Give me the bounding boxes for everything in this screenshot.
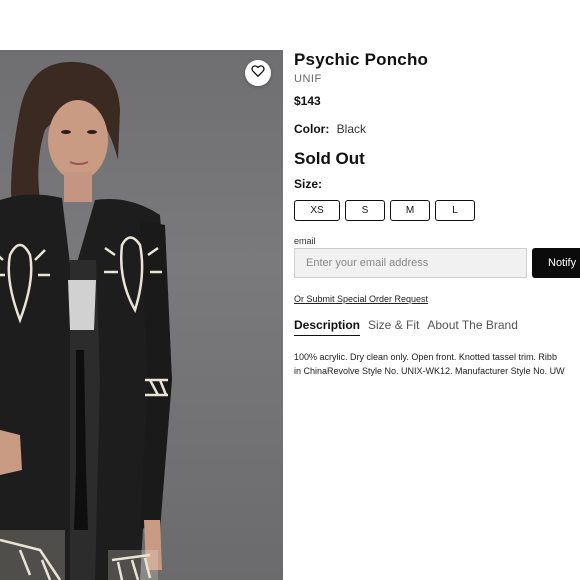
product-description: 100% acrylic. Dry clean only. Open front… xyxy=(294,350,580,378)
notify-button[interactable]: Notify xyxy=(532,248,580,278)
description-line-1: 100% acrylic. Dry clean only. Open front… xyxy=(294,352,557,362)
tab-about-brand[interactable]: About The Brand xyxy=(427,318,518,336)
product-tabs: Description Size & Fit About The Brand xyxy=(294,318,518,336)
size-selector: XS S M L xyxy=(294,200,475,221)
product-title: Psychic Poncho xyxy=(294,50,429,69)
model-illustration xyxy=(0,61,172,580)
tab-size-fit[interactable]: Size & Fit xyxy=(368,318,419,336)
special-order-link[interactable]: Or Submit Special Order Request xyxy=(294,294,428,304)
product-image[interactable] xyxy=(0,50,283,580)
color-label: Color: xyxy=(294,122,330,136)
size-option-m[interactable]: M xyxy=(390,200,430,221)
color-row: Color: Black xyxy=(294,122,366,136)
product-brand[interactable]: UNIF xyxy=(294,73,322,85)
heart-outline-icon xyxy=(251,64,265,83)
size-option-s[interactable]: S xyxy=(345,200,385,221)
product-price: $143 xyxy=(294,94,321,108)
email-label: email xyxy=(294,236,316,246)
tab-description[interactable]: Description xyxy=(294,318,361,336)
email-input[interactable] xyxy=(294,248,527,278)
description-line-2: in ChinaRevolve Style No. UNIX-WK12. Man… xyxy=(294,366,565,376)
size-label: Size: xyxy=(294,177,323,191)
wishlist-button[interactable] xyxy=(245,60,271,86)
size-option-l[interactable]: L xyxy=(435,200,475,221)
color-value: Black xyxy=(336,122,367,136)
size-option-xs[interactable]: XS xyxy=(294,200,340,221)
stock-status: Sold Out xyxy=(294,149,365,168)
